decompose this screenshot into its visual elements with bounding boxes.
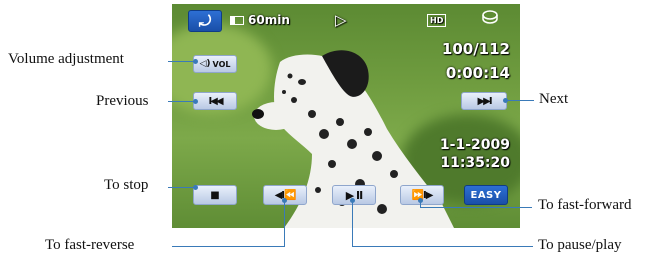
leader-dot-next bbox=[503, 98, 508, 103]
volume-button[interactable]: ◁) VOL bbox=[193, 55, 237, 73]
leader-line-next bbox=[504, 100, 534, 101]
callout-previous: Previous bbox=[96, 93, 149, 109]
speaker-icon: ◁) bbox=[199, 59, 211, 69]
leader-line-fast-forward-h bbox=[420, 207, 532, 208]
callout-fast-forward: To fast-forward bbox=[538, 197, 632, 213]
leader-line-pause-play-h bbox=[352, 246, 533, 247]
callout-volume: Volume adjustment bbox=[8, 51, 124, 67]
return-arrow-icon: ⤾ bbox=[198, 12, 212, 30]
elapsed-time: 0:00:14 bbox=[445, 64, 510, 82]
callout-stop: To stop bbox=[104, 177, 149, 193]
next-button[interactable]: ▶▶I bbox=[461, 92, 507, 110]
easy-button[interactable]: EASY bbox=[464, 185, 508, 205]
hd-badge-label: HD bbox=[430, 16, 444, 25]
callout-pause-play: To pause/play bbox=[538, 237, 622, 253]
leader-line-pause-play-v bbox=[352, 200, 353, 247]
leader-dot-fast-reverse bbox=[282, 198, 287, 203]
easy-button-label: EASY bbox=[470, 189, 502, 201]
leader-dot-volume bbox=[193, 59, 198, 64]
battery-time: 60min bbox=[248, 13, 290, 27]
battery-icon bbox=[230, 15, 244, 25]
callout-next: Next bbox=[539, 91, 569, 107]
callout-fast-reverse: To fast-reverse bbox=[45, 237, 135, 253]
stop-icon: ■ bbox=[210, 189, 220, 201]
leader-dot-stop bbox=[193, 185, 198, 190]
stop-button[interactable]: ■ bbox=[193, 185, 237, 205]
volume-button-label: VOL bbox=[212, 59, 231, 69]
next-icon: ▶▶I bbox=[477, 95, 492, 107]
play-status-icon: ▷ bbox=[335, 11, 347, 29]
previous-icon: I◀◀ bbox=[208, 95, 223, 107]
camera-screen: ⤾ 60min ▷ HD 100/112 0:00:14 1-1-2009 11… bbox=[172, 4, 520, 228]
recording-time: 11:35:20 bbox=[440, 155, 510, 171]
leader-dot-fast-forward bbox=[418, 198, 423, 203]
leader-line-fast-reverse-v bbox=[284, 200, 285, 247]
battery-indicator: 60min bbox=[230, 13, 290, 27]
media-disc-icon bbox=[482, 9, 498, 28]
leader-dot-pause-play bbox=[350, 198, 355, 203]
hd-badge: HD bbox=[427, 14, 447, 27]
scene-counter: 100/112 bbox=[441, 40, 510, 58]
previous-button[interactable]: I◀◀ bbox=[193, 92, 237, 110]
leader-line-fast-reverse-h bbox=[172, 246, 285, 247]
leader-dot-previous bbox=[193, 99, 198, 104]
back-button[interactable]: ⤾ bbox=[188, 10, 222, 32]
recording-date: 1-1-2009 bbox=[439, 137, 510, 153]
